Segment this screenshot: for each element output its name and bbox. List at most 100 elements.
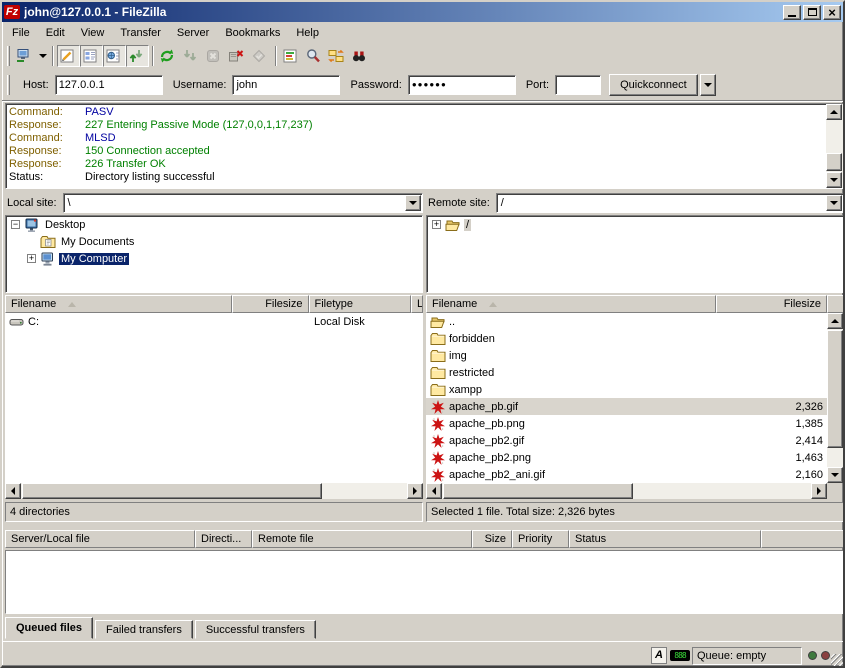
- column-header-filename[interactable]: Filename: [5, 295, 232, 313]
- local-list-status: 4 directories: [5, 502, 423, 522]
- file-row[interactable]: img: [426, 347, 827, 364]
- collapse-toggle[interactable]: −: [11, 220, 20, 229]
- menu-transfer[interactable]: Transfer: [112, 24, 169, 42]
- disconnect-button[interactable]: [226, 45, 249, 67]
- quickconnect-grip[interactable]: [7, 75, 10, 95]
- find-files-button[interactable]: [303, 45, 326, 67]
- scroll-right-button[interactable]: [811, 483, 827, 499]
- close-button[interactable]: ×: [823, 5, 841, 20]
- scroll-down-button[interactable]: [826, 172, 842, 188]
- synchronized-browsing-button[interactable]: [326, 45, 349, 67]
- toolbar-grip[interactable]: [7, 46, 10, 66]
- directory-comparison-button[interactable]: [280, 45, 303, 67]
- tree-item-my-documents[interactable]: My Documents: [6, 233, 422, 250]
- port-input[interactable]: [555, 75, 601, 95]
- site-manager-button[interactable]: [13, 45, 36, 67]
- menu-edit[interactable]: Edit: [38, 24, 73, 42]
- menu-bookmarks[interactable]: Bookmarks: [217, 24, 288, 42]
- tree-item-my-computer[interactable]: + My Computer: [6, 250, 422, 267]
- site-manager-dropdown-button[interactable]: [36, 45, 49, 67]
- image-file-icon: [430, 399, 446, 415]
- scrollbar-thumb[interactable]: [827, 330, 843, 448]
- tab-queued-files[interactable]: Queued files: [5, 617, 93, 639]
- column-header-filesize[interactable]: Filesize: [716, 295, 827, 313]
- password-input[interactable]: [408, 75, 516, 95]
- file-row[interactable]: xampp: [426, 381, 827, 398]
- file-row[interactable]: apache_pb2_ani.gif 2,160: [426, 466, 827, 483]
- arrow-up-icon: [831, 319, 839, 323]
- remote-list-vscrollbar[interactable]: [827, 313, 844, 483]
- host-label: Host:: [23, 79, 49, 91]
- column-header-filename[interactable]: Filename: [426, 295, 716, 313]
- column-header-remote-file[interactable]: Remote file: [252, 530, 472, 548]
- tab-successful-transfers[interactable]: Successful transfers: [195, 620, 316, 639]
- refresh-button[interactable]: [157, 45, 180, 67]
- combo-dropdown-button[interactable]: [826, 195, 842, 211]
- minimize-button[interactable]: [783, 5, 801, 20]
- remote-treeview-icon: [105, 48, 121, 64]
- log-scrollbar[interactable]: [826, 104, 843, 188]
- menu-server[interactable]: Server: [169, 24, 217, 42]
- menu-file[interactable]: File: [4, 24, 38, 42]
- column-header-priority[interactable]: Priority: [512, 530, 569, 548]
- remote-site-combo[interactable]: /: [496, 193, 844, 213]
- file-row[interactable]: apache_pb.png 1,385: [426, 415, 827, 432]
- column-header-status[interactable]: Status: [569, 530, 761, 548]
- local-site-combo[interactable]: \: [63, 193, 423, 213]
- filezilla-window: Fz john@127.0.0.1 - FileZilla × File Edi…: [0, 0, 845, 668]
- quickconnect-dropdown-button[interactable]: [700, 74, 716, 96]
- column-header-filetype[interactable]: Filetype: [309, 295, 412, 313]
- scroll-up-button[interactable]: [827, 313, 843, 329]
- username-input[interactable]: [232, 75, 340, 95]
- scroll-down-button[interactable]: [827, 467, 843, 483]
- scroll-left-button[interactable]: [5, 483, 21, 499]
- column-header-filesize[interactable]: Filesize: [232, 295, 309, 313]
- speed-limits-icon[interactable]: 888: [670, 650, 690, 661]
- file-row[interactable]: apache_pb2.png 1,463: [426, 449, 827, 466]
- column-header-server-local-file[interactable]: Server/Local file: [5, 530, 195, 548]
- reconnect-button[interactable]: [249, 45, 272, 67]
- column-header-last-modified[interactable]: L: [411, 295, 423, 313]
- file-row-selected[interactable]: apache_pb.gif 2,326: [426, 398, 827, 415]
- local-list-hscrollbar[interactable]: [5, 483, 423, 499]
- file-row-c-drive[interactable]: C: Local Disk: [5, 313, 423, 330]
- cancel-button[interactable]: [203, 45, 226, 67]
- scrollbar-thumb[interactable]: [443, 483, 633, 499]
- expand-toggle[interactable]: +: [27, 254, 36, 263]
- file-row[interactable]: ..: [426, 313, 827, 330]
- resize-grip[interactable]: [831, 654, 843, 666]
- scroll-right-button[interactable]: [407, 483, 423, 499]
- scrollbar-thumb[interactable]: [826, 153, 842, 171]
- desktop-icon: [24, 217, 40, 233]
- remote-list-hscrollbar[interactable]: [426, 483, 827, 499]
- remote-file-list: .. forbidden img restricted xampp apache…: [426, 313, 827, 483]
- file-row[interactable]: restricted: [426, 364, 827, 381]
- toolbar: [2, 43, 843, 69]
- toggle-message-log-button[interactable]: [57, 45, 80, 67]
- toggle-remote-tree-button[interactable]: [103, 45, 126, 67]
- process-queue-button[interactable]: [180, 45, 203, 67]
- tab-failed-transfers[interactable]: Failed transfers: [95, 620, 193, 639]
- combo-dropdown-button[interactable]: [405, 195, 421, 211]
- filter-button[interactable]: [349, 45, 372, 67]
- scroll-up-button[interactable]: [826, 104, 842, 120]
- tree-item-root[interactable]: + /: [427, 216, 843, 233]
- toggle-transfer-queue-button[interactable]: [126, 45, 149, 67]
- menu-view[interactable]: View: [73, 24, 113, 42]
- file-row[interactable]: apache_pb2.gif 2,414: [426, 432, 827, 449]
- close-icon: ×: [828, 6, 836, 19]
- file-row[interactable]: forbidden: [426, 330, 827, 347]
- column-header-direction[interactable]: Directi...: [195, 530, 252, 548]
- transfer-type-indicator-icon[interactable]: A: [651, 647, 667, 664]
- tree-item-desktop[interactable]: − Desktop: [6, 216, 422, 233]
- expand-toggle[interactable]: +: [432, 220, 441, 229]
- quickconnect-button[interactable]: Quickconnect: [609, 74, 698, 96]
- password-label: Password:: [350, 79, 401, 91]
- scroll-left-button[interactable]: [426, 483, 442, 499]
- menu-help[interactable]: Help: [288, 24, 327, 42]
- maximize-button[interactable]: [803, 5, 821, 20]
- toggle-local-tree-button[interactable]: [80, 45, 103, 67]
- column-header-size[interactable]: Size: [472, 530, 512, 548]
- host-input[interactable]: [55, 75, 163, 95]
- scrollbar-thumb[interactable]: [22, 483, 322, 499]
